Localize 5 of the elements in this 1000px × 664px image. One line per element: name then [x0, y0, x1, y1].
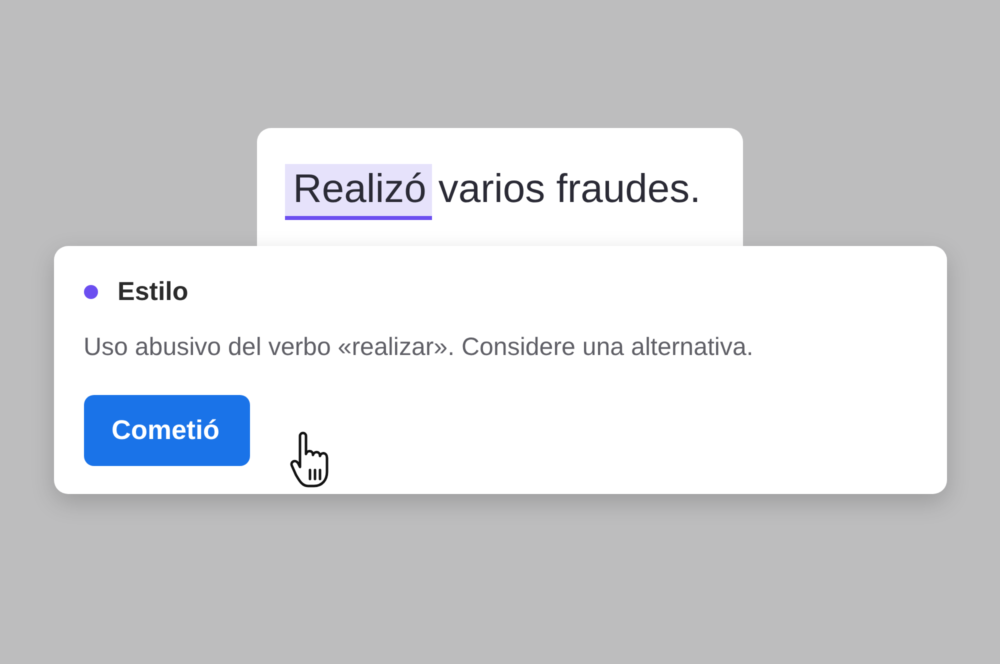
category-label: Estilo [118, 276, 188, 307]
replacement-button[interactable]: Cometió [84, 395, 250, 466]
sentence-text: varios fraudes. [438, 166, 701, 212]
suggestion-message: Uso abusivo del verbo «realizar». Considere una alternativa. [84, 333, 754, 362]
flagged-word[interactable]: Realizó [285, 164, 432, 220]
